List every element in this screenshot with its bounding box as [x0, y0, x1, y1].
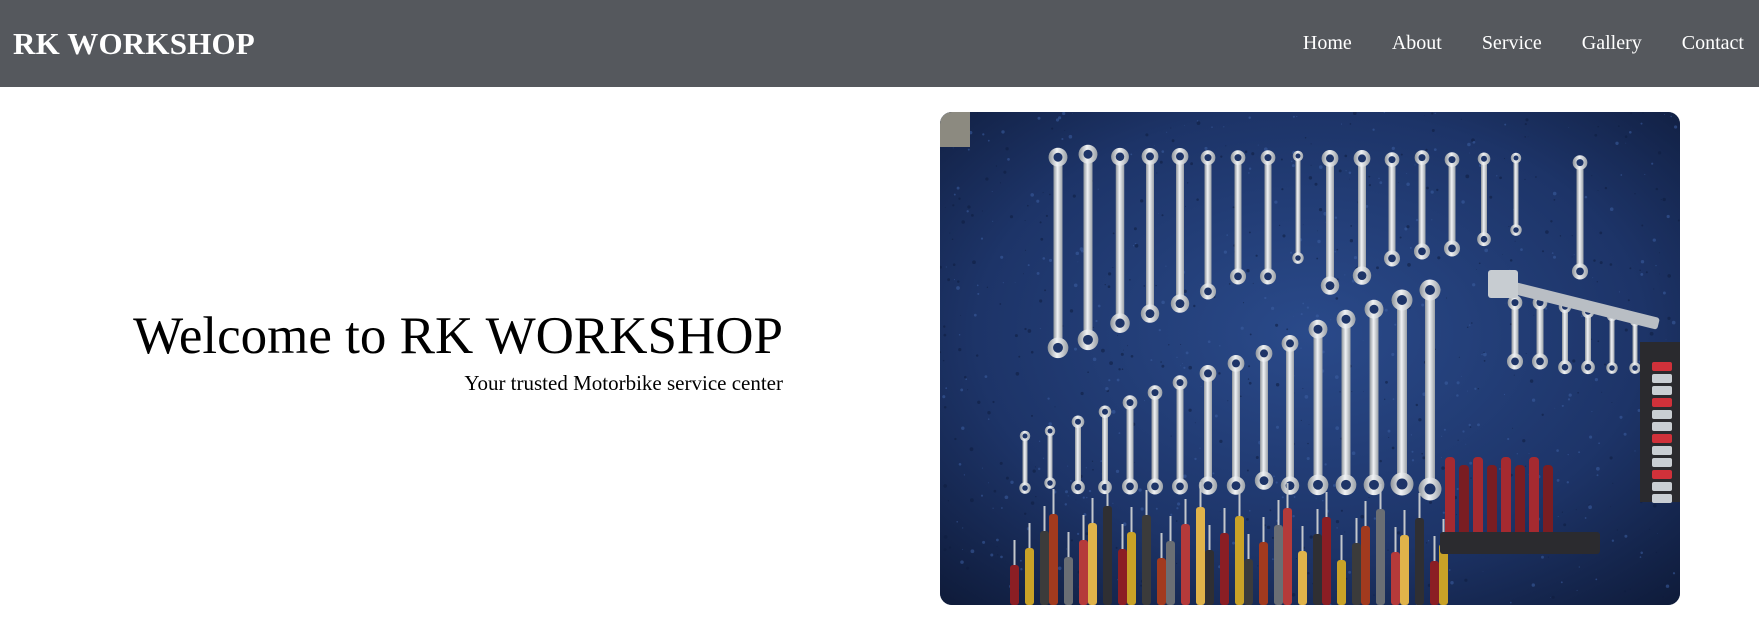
hero-subtitle: Your trusted Motorbike service center [464, 371, 783, 395]
nav-about-link[interactable]: About [1392, 32, 1442, 55]
nav-service-link[interactable]: Service [1482, 32, 1542, 55]
hero-image [940, 112, 1680, 605]
nav-home-link[interactable]: Home [1303, 32, 1352, 55]
main-nav: Home About Service Gallery Contact [1263, 32, 1744, 55]
site-header: RK WORKSHOP Home About Service Gallery C… [0, 0, 1759, 87]
hero-section: Welcome to RK WORKSHOP Your trusted Moto… [80, 310, 783, 396]
nav-contact-link[interactable]: Contact [1682, 32, 1744, 55]
hero-title: Welcome to RK WORKSHOP [133, 307, 783, 365]
wrench-wall-illustration [940, 112, 1680, 605]
nav-gallery-link[interactable]: Gallery [1582, 32, 1642, 55]
brand-logo[interactable]: RK WORKSHOP [13, 26, 255, 62]
